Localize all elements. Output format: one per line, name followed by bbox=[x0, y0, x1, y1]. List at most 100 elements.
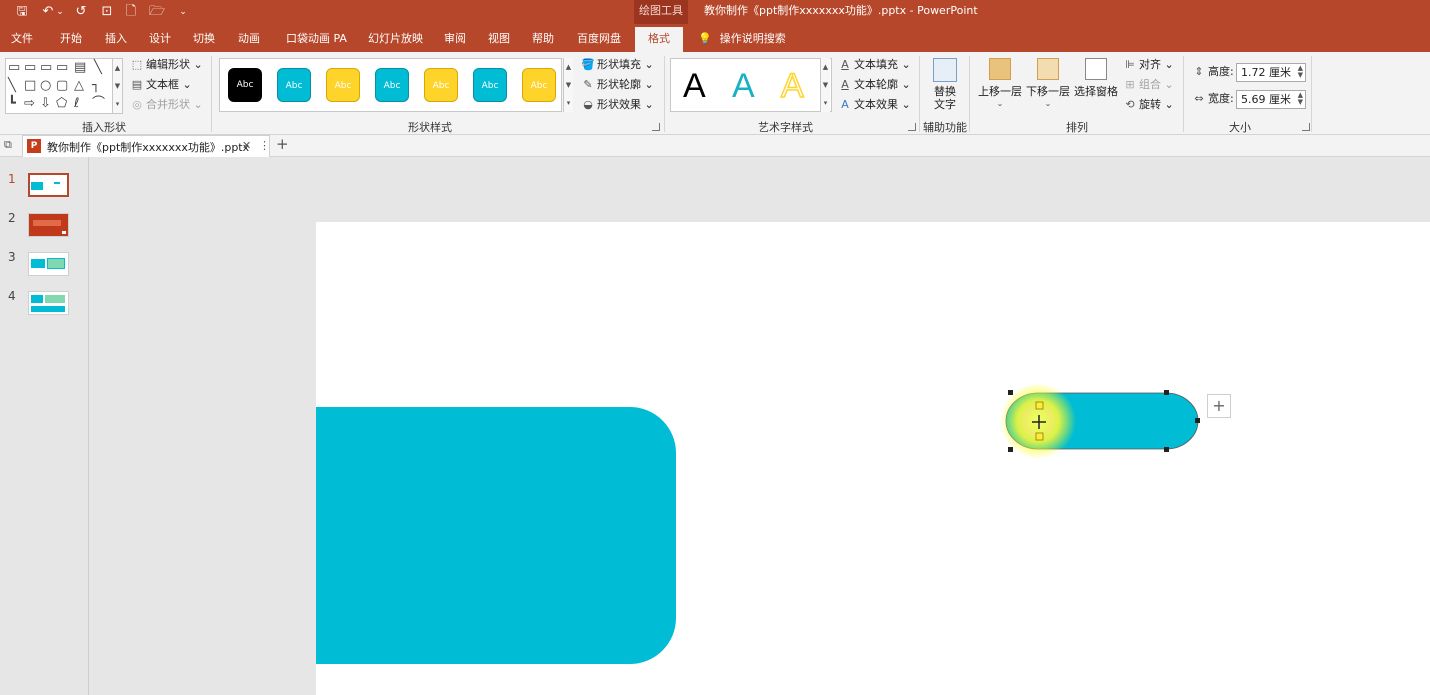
shape-outline-button[interactable]: ✎ 形状轮廓 ⌄ bbox=[581, 77, 653, 93]
shape-styles-scroll[interactable]: ▲ ▼ ▾ bbox=[563, 58, 573, 112]
spin-icon[interactable]: ▲ ▼ bbox=[1298, 92, 1303, 106]
rectangle-shape-icon[interactable]: ▭ bbox=[8, 61, 20, 75]
align-icon: ⊫ bbox=[1125, 58, 1135, 71]
shape-style-swatch[interactable]: Abc bbox=[277, 68, 311, 102]
more-icon[interactable]: ⋮ bbox=[259, 139, 270, 152]
tab-insert[interactable]: 插入 bbox=[105, 24, 127, 52]
tab-slideshow[interactable]: 幻灯片放映 bbox=[368, 24, 423, 52]
text-fill-button[interactable]: A 文本填充 ⌄ bbox=[838, 57, 910, 73]
group-button[interactable]: ⊞ 组合 ⌄ bbox=[1123, 77, 1173, 93]
arc-shape-icon[interactable]: ⌒ bbox=[92, 97, 105, 111]
height-icon: ⇕ bbox=[1194, 65, 1204, 78]
wordart-scroll[interactable]: ▲ ▼ ▾ bbox=[820, 58, 830, 112]
rectangle-shape-icon[interactable]: ▭ bbox=[56, 61, 68, 75]
alt-text-icon bbox=[933, 58, 957, 82]
shape-style-swatch[interactable]: Abc bbox=[424, 68, 458, 102]
tab-view[interactable]: 视图 bbox=[488, 24, 510, 52]
wordart-style-teal[interactable]: A bbox=[732, 63, 755, 109]
new-tab-button[interactable]: + bbox=[276, 135, 289, 153]
tell-me-search[interactable]: 💡 操作说明搜索 bbox=[698, 24, 786, 52]
line-shape-icon[interactable]: ╲ bbox=[94, 61, 102, 75]
redo-icon[interactable]: ↺ bbox=[72, 3, 90, 21]
rotate-button[interactable]: ⟲ 旋转 ⌄ bbox=[1123, 97, 1173, 113]
shape-style-swatch[interactable]: Abc bbox=[228, 68, 262, 102]
oval-shape-icon[interactable]: ○ bbox=[40, 79, 51, 93]
spin-icon[interactable]: ▲ ▼ bbox=[1298, 65, 1303, 79]
selection-pane-button[interactable]: 选择窗格 bbox=[1073, 58, 1119, 100]
layout-options-button[interactable]: + bbox=[1207, 394, 1231, 418]
shape-styles-launcher-icon[interactable] bbox=[652, 123, 660, 131]
tab-animations[interactable]: 动画 bbox=[238, 24, 260, 52]
text-box-button[interactable]: ▤ 文本框 ⌄ bbox=[130, 77, 192, 93]
textbox-shape-icon[interactable]: ▤ bbox=[74, 61, 86, 75]
arrow-down-shape-icon[interactable]: ⇩ bbox=[40, 97, 51, 111]
send-backward-button[interactable]: 下移一层 ⌄ bbox=[1025, 58, 1071, 108]
text-effects-button[interactable]: A 文本效果 ⌄ bbox=[838, 97, 910, 113]
shape-style-swatch[interactable]: Abc bbox=[522, 68, 556, 102]
shape-style-swatch[interactable]: Abc bbox=[473, 68, 507, 102]
height-input[interactable]: 1.72 厘米 ▲ ▼ bbox=[1236, 63, 1306, 82]
connector-shape-icon[interactable]: ┗ bbox=[8, 97, 16, 111]
bring-forward-button[interactable]: 上移一层 ⌄ bbox=[977, 58, 1023, 108]
rectangle-shape-icon[interactable]: □ bbox=[24, 79, 36, 93]
connector-shape-icon[interactable]: ┐ bbox=[92, 79, 100, 93]
slide-thumbnail-1[interactable] bbox=[28, 173, 69, 197]
open-file-icon[interactable]: 🗁 bbox=[148, 3, 166, 21]
freeform-shape-icon[interactable]: ℓ bbox=[74, 97, 79, 111]
drawing-tools-context-label: 绘图工具 bbox=[634, 0, 688, 24]
shape-effects-button[interactable]: ◒ 形状效果 ⌄ bbox=[581, 97, 654, 113]
rectangle-shape-icon[interactable]: ▭ bbox=[40, 61, 52, 75]
rounded-rect-shape-icon[interactable]: ▭ bbox=[24, 61, 36, 75]
size-group-label: 大小 bbox=[1229, 121, 1251, 134]
customize-toolbar-icon[interactable]: ⌄ bbox=[174, 3, 192, 21]
slideshow-icon[interactable]: ⊡ bbox=[98, 3, 116, 21]
tab-format[interactable]: 格式 bbox=[635, 27, 683, 52]
slide-thumbnail-2[interactable] bbox=[28, 213, 69, 237]
slide-thumbnail-3[interactable] bbox=[28, 252, 69, 276]
document-list-icon[interactable]: ⧉ bbox=[4, 138, 12, 152]
large-teal-rounded-rectangle[interactable] bbox=[316, 407, 676, 664]
tab-home[interactable]: 开始 bbox=[60, 24, 82, 52]
shape-styles-gallery[interactable]: Abc Abc Abc Abc Abc Abc Abc bbox=[219, 58, 562, 112]
wordart-style-outline[interactable]: A bbox=[780, 63, 804, 109]
align-button[interactable]: ⊫ 对齐 ⌄ bbox=[1123, 57, 1174, 73]
document-tab[interactable]: P 教你制作《ppt制作xxxxxxx功能》.pptx ✕ ⋮ bbox=[22, 135, 270, 157]
slide-thumbnail-4[interactable] bbox=[28, 291, 69, 315]
wordart-launcher-icon[interactable] bbox=[908, 123, 916, 131]
text-effects-icon: A bbox=[841, 98, 849, 111]
group-divider bbox=[664, 56, 665, 132]
new-file-icon[interactable]: 🗋 bbox=[122, 3, 140, 21]
merge-shapes-button[interactable]: ◎ 合并形状 ⌄ bbox=[130, 97, 203, 113]
width-input[interactable]: 5.69 厘米 ▲ ▼ bbox=[1236, 90, 1306, 109]
wordart-style-black[interactable]: A bbox=[683, 63, 706, 109]
arrow-right-shape-icon[interactable]: ⇨ bbox=[24, 97, 35, 111]
tab-file[interactable]: 文件 bbox=[11, 24, 33, 52]
merge-shapes-label: 合并形状 bbox=[146, 98, 190, 111]
wordart-gallery[interactable]: A A A bbox=[670, 58, 832, 112]
tab-design[interactable]: 设计 bbox=[149, 24, 171, 52]
save-icon[interactable]: 🖫 bbox=[13, 3, 31, 21]
tab-baidu-netdisk[interactable]: 百度网盘 bbox=[577, 24, 621, 52]
text-outline-icon: A bbox=[841, 78, 849, 91]
shape-style-swatch[interactable]: Abc bbox=[326, 68, 360, 102]
slide-canvas[interactable]: + bbox=[316, 222, 1430, 695]
close-icon[interactable]: ✕ bbox=[242, 139, 251, 152]
alt-text-button[interactable]: 替换 文字 bbox=[928, 58, 962, 113]
tab-pocket-animation[interactable]: 口袋动画 PA bbox=[286, 24, 347, 52]
shapes-gallery[interactable]: ▭ ▭ ▭ ▭ ▤ ╲ ╲ □ ○ ▢ △ ┐ ┗ ⇨ ⇩ ⬠ ℓ ⌒ ▲ ▼ ▾ bbox=[5, 58, 123, 114]
edit-shape-button[interactable]: ⬚ 编辑形状 ⌄ bbox=[130, 57, 203, 73]
line-shape-icon[interactable]: ╲ bbox=[8, 79, 16, 93]
size-launcher-icon[interactable] bbox=[1302, 123, 1310, 131]
shape-fill-button[interactable]: 🪣 形状填充 ⌄ bbox=[581, 57, 654, 73]
slide-number: 1 bbox=[8, 172, 16, 186]
text-outline-button[interactable]: A 文本轮廓 ⌄ bbox=[838, 77, 910, 93]
tab-review[interactable]: 审阅 bbox=[444, 24, 466, 52]
rounded-rect-shape-icon[interactable]: ▢ bbox=[56, 79, 68, 93]
tab-help[interactable]: 帮助 bbox=[532, 24, 554, 52]
shapes-gallery-scroll[interactable]: ▲ ▼ ▾ bbox=[112, 59, 122, 113]
triangle-shape-icon[interactable]: △ bbox=[74, 79, 84, 93]
tab-transitions[interactable]: 切换 bbox=[193, 24, 215, 52]
undo-dropdown-icon[interactable]: ⌄ bbox=[55, 3, 65, 21]
pentagon-shape-icon[interactable]: ⬠ bbox=[56, 97, 67, 111]
shape-style-swatch[interactable]: Abc bbox=[375, 68, 409, 102]
